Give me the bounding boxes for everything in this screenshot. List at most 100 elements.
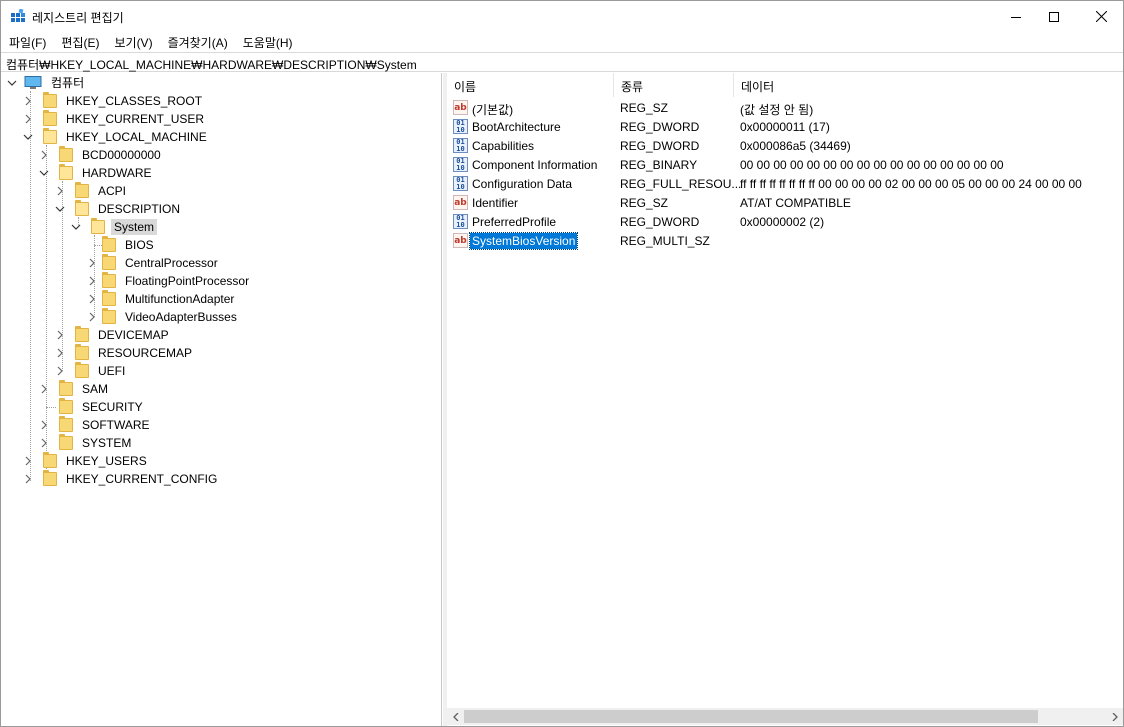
value-row[interactable]: 01 10 Configuration Data REG_FULL_RESOU..… bbox=[447, 175, 1123, 194]
folder-icon bbox=[102, 290, 116, 306]
tree-item-sam[interactable]: SAM bbox=[38, 380, 111, 398]
string-value-icon: ab bbox=[453, 195, 468, 210]
tree-label: HKEY_CLASSES_ROOT bbox=[66, 94, 203, 108]
close-button[interactable] bbox=[1078, 1, 1124, 32]
value-type: REG_SZ bbox=[620, 101, 669, 115]
chevron-right-icon[interactable] bbox=[86, 257, 98, 269]
tree-item-computer[interactable]: 컴퓨터 bbox=[6, 74, 87, 92]
tree-item-hardware[interactable]: HARDWARE bbox=[38, 164, 155, 182]
tree-item-hkcr[interactable]: HKEY_CLASSES_ROOT bbox=[22, 92, 205, 110]
tree-item-centralprocessor[interactable]: CentralProcessor bbox=[86, 254, 221, 272]
tree-label: SOFTWARE bbox=[82, 418, 150, 432]
tree-label: HKEY_CURRENT_CONFIG bbox=[66, 472, 218, 486]
tree-item-acpi[interactable]: ACPI bbox=[54, 182, 129, 200]
value-row[interactable]: 01 10 PreferredProfile REG_DWORD 0x000000… bbox=[447, 213, 1123, 232]
menu-favorites[interactable]: 즐겨찾기(A) bbox=[160, 32, 235, 51]
chevron-right-icon[interactable] bbox=[54, 329, 66, 341]
scroll-right-button[interactable] bbox=[1106, 708, 1123, 725]
chevron-right-icon[interactable] bbox=[38, 419, 50, 431]
value-type: REG_DWORD bbox=[620, 120, 700, 134]
tree-item-resourcemap[interactable]: RESOURCEMAP bbox=[54, 344, 195, 362]
tree-label: CentralProcessor bbox=[125, 256, 218, 270]
chevron-right-icon[interactable] bbox=[38, 383, 50, 395]
tree-item-bios[interactable]: BIOS bbox=[102, 236, 157, 254]
chevron-right-icon[interactable] bbox=[22, 455, 34, 467]
folder-icon bbox=[102, 254, 116, 270]
value-row[interactable]: 01 10 Capabilities REG_DWORD 0x000086a5 (… bbox=[447, 137, 1123, 156]
values-list: 이름 종류 데이터 ab (기본값) REG_SZ (값 설정 안 됨) 01 1… bbox=[447, 73, 1123, 726]
string-value-icon: ab bbox=[453, 233, 468, 248]
tree-item-security[interactable]: SECURITY bbox=[38, 398, 146, 416]
value-data: 00 00 00 00 00 00 00 00 00 00 00 00 00 0… bbox=[740, 158, 1004, 172]
value-row[interactable]: ab (기본값) REG_SZ (값 설정 안 됨) bbox=[447, 99, 1123, 118]
maximize-button[interactable] bbox=[1031, 1, 1077, 32]
tree-label: HKEY_CURRENT_USER bbox=[66, 112, 205, 126]
tree-label: HKEY_LOCAL_MACHINE bbox=[66, 130, 207, 144]
tree-item-system[interactable]: System bbox=[70, 218, 158, 236]
scrollbar-thumb[interactable] bbox=[464, 710, 1038, 723]
tree-label: SECURITY bbox=[82, 400, 143, 414]
value-type: REG_MULTI_SZ bbox=[620, 234, 710, 248]
menu-help[interactable]: 도움말(H) bbox=[235, 32, 300, 51]
menu-file[interactable]: 파일(F) bbox=[1, 32, 53, 51]
binary-value-icon: 01 10 bbox=[453, 138, 468, 153]
menu-view[interactable]: 보기(V) bbox=[106, 32, 159, 51]
menu-edit[interactable]: 편집(E) bbox=[53, 32, 106, 51]
horizontal-scrollbar[interactable] bbox=[447, 708, 1123, 725]
value-type: REG_BINARY bbox=[620, 158, 698, 172]
tree-item-system-hive[interactable]: SYSTEM bbox=[38, 434, 134, 452]
tree-item-floatingpointprocessor[interactable]: FloatingPointProcessor bbox=[86, 272, 252, 290]
folder-icon bbox=[75, 326, 89, 342]
tree-item-description[interactable]: DESCRIPTION bbox=[54, 200, 183, 218]
value-data: 0x00000002 (2) bbox=[740, 215, 825, 229]
folder-icon bbox=[75, 362, 89, 378]
chevron-right-icon[interactable] bbox=[22, 113, 34, 125]
chevron-right-icon[interactable] bbox=[54, 347, 66, 359]
value-type: REG_DWORD bbox=[620, 139, 700, 153]
value-row-selected[interactable]: ab SystemBiosVersion REG_MULTI_SZ bbox=[447, 232, 1123, 251]
chevron-down-icon[interactable] bbox=[38, 167, 50, 179]
column-header-type[interactable]: 종류 bbox=[614, 73, 734, 97]
tree-item-hku[interactable]: HKEY_USERS bbox=[22, 452, 150, 470]
value-name: BootArchitecture bbox=[472, 120, 561, 134]
value-row[interactable]: 01 10 Component Information REG_BINARY 00… bbox=[447, 156, 1123, 175]
tree-label: MultifunctionAdapter bbox=[125, 292, 235, 306]
folder-open-icon bbox=[43, 128, 57, 144]
column-header-name[interactable]: 이름 bbox=[447, 73, 614, 97]
scroll-left-button[interactable] bbox=[447, 708, 464, 725]
tree-item-multifunctionadapter[interactable]: MultifunctionAdapter bbox=[86, 290, 237, 308]
chevron-down-icon[interactable] bbox=[54, 203, 66, 215]
chevron-right-icon[interactable] bbox=[54, 365, 66, 377]
chevron-right-icon[interactable] bbox=[86, 293, 98, 305]
tree-item-hklm[interactable]: HKEY_LOCAL_MACHINE bbox=[22, 128, 210, 146]
value-data: (값 설정 안 됨) bbox=[740, 103, 814, 117]
chevron-right-icon[interactable] bbox=[86, 311, 98, 323]
tree-item-software[interactable]: SOFTWARE bbox=[38, 416, 153, 434]
folder-icon bbox=[102, 272, 116, 288]
chevron-right-icon[interactable] bbox=[86, 275, 98, 287]
chevron-down-icon[interactable] bbox=[70, 221, 82, 233]
address-bar[interactable]: 컴퓨터₩HKEY_LOCAL_MACHINE₩HARDWARE₩DESCRIPT… bbox=[1, 52, 1123, 72]
chevron-right-icon[interactable] bbox=[22, 95, 34, 107]
chevron-down-icon[interactable] bbox=[22, 131, 34, 143]
chevron-down-icon[interactable] bbox=[6, 77, 18, 89]
tree-item-devicemap[interactable]: DEVICEMAP bbox=[54, 326, 172, 344]
tree-item-hkcu[interactable]: HKEY_CURRENT_USER bbox=[22, 110, 207, 128]
value-name: (기본값) bbox=[472, 103, 514, 117]
chevron-right-icon[interactable] bbox=[38, 437, 50, 449]
folder-icon bbox=[43, 470, 57, 486]
tree-item-uefi[interactable]: UEFI bbox=[54, 362, 128, 380]
tree-item-bcd[interactable]: BCD00000000 bbox=[38, 146, 164, 164]
tree-label: HKEY_USERS bbox=[66, 454, 147, 468]
title-bar: 레지스트리 편집기 bbox=[1, 1, 1123, 32]
value-row[interactable]: ab Identifier REG_SZ AT/AT COMPATIBLE bbox=[447, 194, 1123, 213]
chevron-right-icon[interactable] bbox=[38, 149, 50, 161]
chevron-right-icon[interactable] bbox=[54, 185, 66, 197]
value-data: 0x00000011 (17) bbox=[740, 120, 830, 134]
folder-icon bbox=[43, 110, 57, 126]
column-header-data[interactable]: 데이터 bbox=[734, 73, 1123, 97]
tree-item-hkcc[interactable]: HKEY_CURRENT_CONFIG bbox=[22, 470, 220, 488]
chevron-right-icon[interactable] bbox=[22, 473, 34, 485]
tree-item-videoadapterbusses[interactable]: VideoAdapterBusses bbox=[86, 308, 240, 326]
value-row[interactable]: 01 10 BootArchitecture REG_DWORD 0x000000… bbox=[447, 118, 1123, 137]
